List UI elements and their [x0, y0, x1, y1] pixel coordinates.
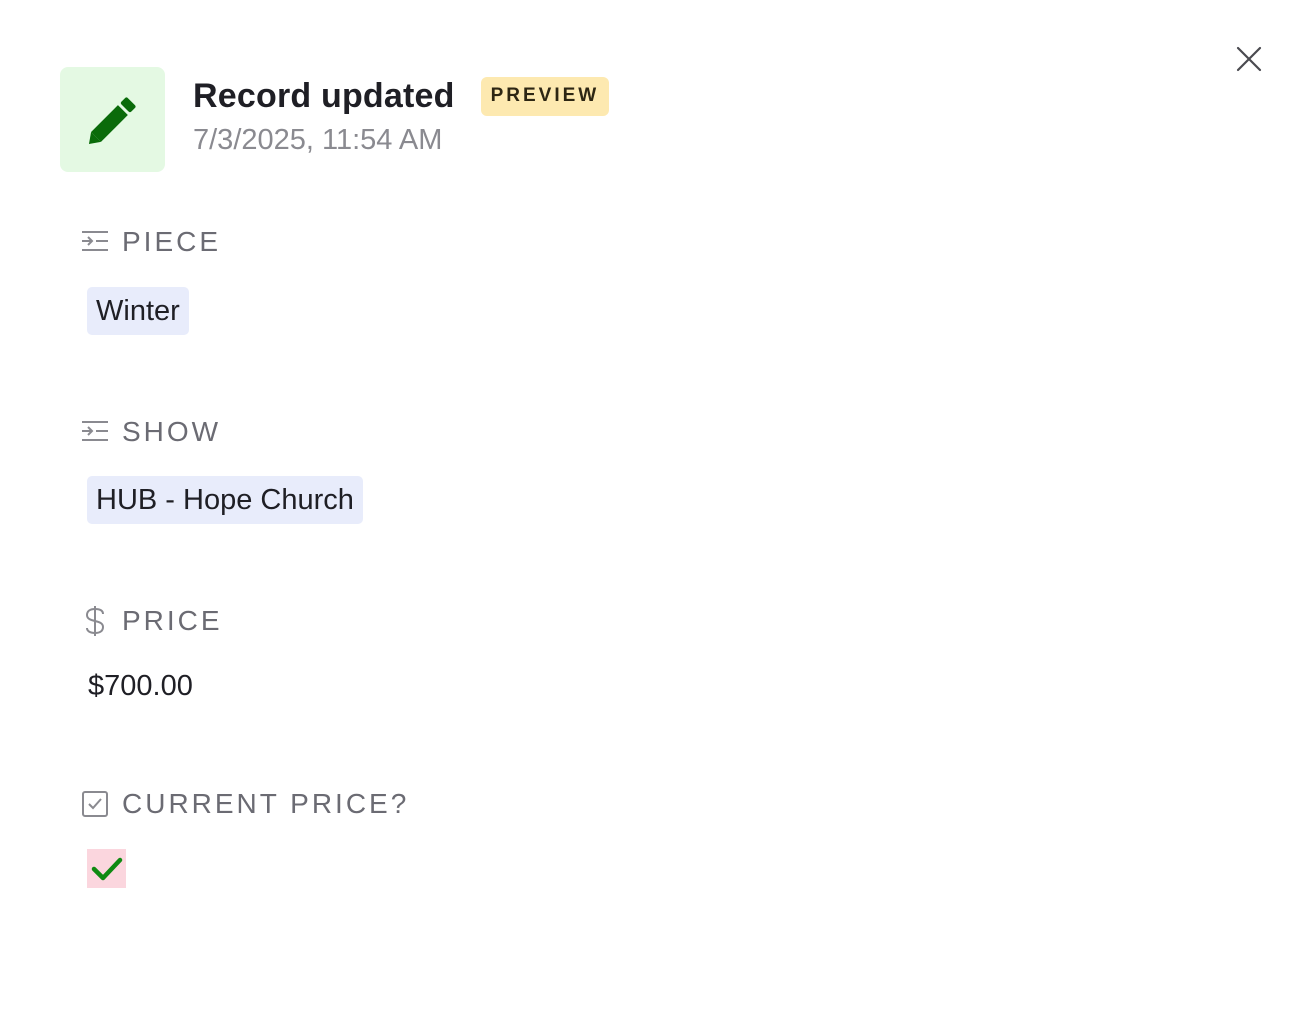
timestamp: 7/3/2025, 11:54 AM — [193, 124, 443, 156]
record-updated-panel: Record updated PREVIEW 7/3/2025, 11:54 A… — [0, 0, 1304, 1036]
dollar-icon — [80, 606, 110, 636]
price-value: $700.00 — [88, 670, 193, 702]
field-label: PIECE — [122, 226, 222, 257]
preview-badge: PREVIEW — [480, 76, 610, 116]
field-label: PRICE — [122, 605, 223, 636]
activity-header: Record updated PREVIEW 7/3/2025, 11:54 A… — [60, 67, 610, 172]
header-text: Record updated PREVIEW 7/3/2025, 11:54 A… — [193, 67, 610, 157]
close-button[interactable] — [1230, 40, 1268, 78]
link-field-icon — [80, 417, 110, 447]
field-current-price: CURRENT PRICE? — [80, 787, 409, 888]
check-icon — [91, 857, 122, 880]
link-field-icon — [80, 227, 110, 257]
field-price-label-row: PRICE — [80, 604, 223, 638]
pencil-icon — [88, 96, 136, 144]
title-row: Record updated PREVIEW — [193, 76, 610, 116]
checkbox-field-icon — [80, 789, 110, 819]
field-current-price-label-row: CURRENT PRICE? — [80, 787, 409, 821]
current-price-checkbox — [87, 849, 126, 888]
field-show-label-row: SHOW — [80, 415, 221, 449]
page-title: Record updated — [193, 76, 455, 115]
close-icon — [1236, 46, 1262, 72]
linked-record-chip[interactable]: HUB - Hope Church — [87, 476, 363, 524]
field-price: PRICE $700.00 — [80, 604, 223, 702]
field-show: SHOW HUB - Hope Church — [80, 415, 363, 524]
activity-icon-tile — [60, 67, 165, 172]
field-piece-label-row: PIECE — [80, 225, 221, 259]
field-label: SHOW — [122, 416, 222, 447]
linked-record-chip[interactable]: Winter — [87, 287, 189, 335]
field-piece: PIECE Winter — [80, 225, 221, 335]
field-label: CURRENT PRICE? — [122, 788, 410, 819]
